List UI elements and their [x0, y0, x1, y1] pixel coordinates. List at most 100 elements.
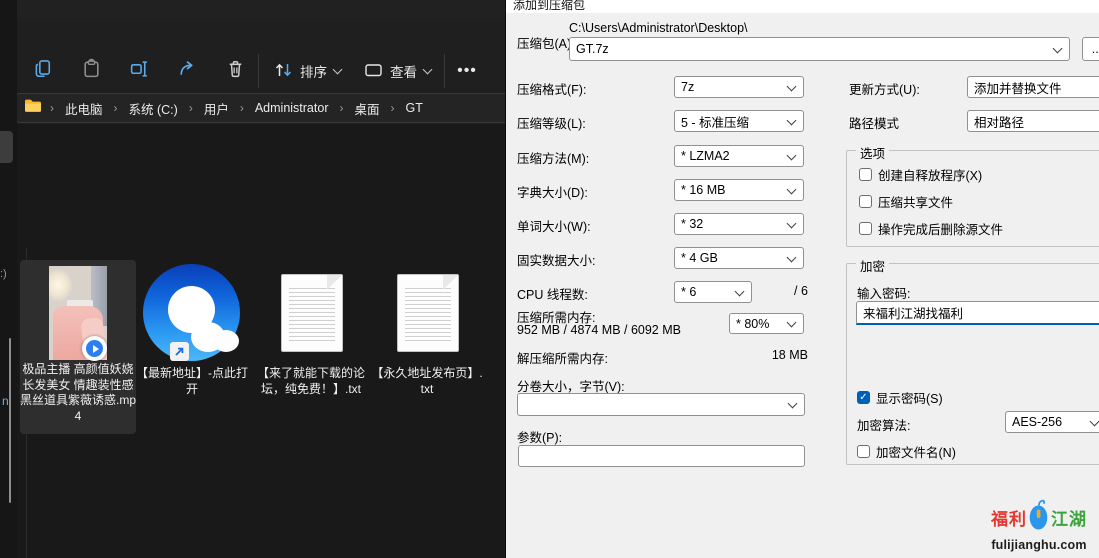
- folder-icon: [24, 98, 42, 118]
- toolbar-divider: [444, 54, 445, 88]
- file-item-video[interactable]: 极品主播 高颜值妖娆长发美女 情趣装性感黑丝道具紫薇诱惑.mp4: [20, 260, 136, 434]
- breadcrumb-separator: ›: [339, 101, 343, 115]
- memory-values: 952 MB / 4874 MB / 6092 MB: [517, 323, 681, 337]
- cpu-threads-select[interactable]: * 6: [674, 281, 752, 303]
- checkbox[interactable]: [857, 445, 870, 458]
- decompress-memory-value: 18 MB: [736, 348, 808, 362]
- delete-after-label: 操作完成后删除源文件: [878, 219, 1003, 238]
- view-icon: [364, 62, 383, 81]
- chevron-down-icon: [787, 81, 797, 91]
- background-selected-item: [0, 131, 13, 163]
- delete-after-checkbox-row[interactable]: 操作完成后删除源文件: [859, 219, 1003, 238]
- level-label: 压缩等级(L):: [517, 113, 586, 132]
- encrypt-filenames-checkbox-row[interactable]: 加密文件名(N): [857, 442, 956, 461]
- more-button[interactable]: •••: [454, 58, 480, 84]
- paste-button[interactable]: [78, 58, 104, 84]
- create-sfx-checkbox-row[interactable]: 创建自释放程序(X): [859, 165, 982, 184]
- shortcut-arrow-icon: [170, 342, 189, 361]
- chevron-down-icon: [787, 218, 797, 228]
- qq-browser-icon: [143, 264, 240, 361]
- word-size-label: 单词大小(W):: [517, 216, 591, 235]
- chevron-down-icon: [787, 150, 797, 160]
- chevron-down-icon: [333, 65, 343, 75]
- file-name: 【来了就能下载的论坛，纯免费！】.txt: [255, 366, 367, 397]
- explorer-titlebar: [0, 0, 505, 20]
- encryption-method-select[interactable]: AES-256: [1005, 411, 1099, 433]
- breadcrumb[interactable]: › 此电脑 › 系统 (C:) › 用户 › Administrator › 桌…: [15, 93, 521, 123]
- more-icon: •••: [457, 62, 477, 80]
- word-size-select[interactable]: * 32: [674, 213, 804, 235]
- password-input[interactable]: [856, 301, 1099, 325]
- scrollbar[interactable]: [9, 338, 11, 503]
- chevron-down-icon: [787, 318, 797, 328]
- address-bar: › 此电脑 › 系统 (C:) › 用户 › Administrator › 桌…: [0, 90, 505, 124]
- checkbox[interactable]: [857, 391, 870, 404]
- checkbox[interactable]: [859, 168, 872, 181]
- file-list: 极品主播 高颜值妖娆长发美女 情趣装性感黑丝道具紫薇诱惑.mp4 【最新地址】-…: [0, 124, 505, 558]
- archive-name-combo[interactable]: GT.7z: [569, 37, 1070, 61]
- checkbox[interactable]: [859, 222, 872, 235]
- breadcrumb-item-administrator[interactable]: Administrator: [252, 99, 332, 117]
- solid-size-select[interactable]: * 4 GB: [674, 247, 804, 269]
- dialog-titlebar[interactable]: 添加到压缩包: [506, 0, 1099, 13]
- encrypt-filenames-label: 加密文件名(N): [876, 442, 956, 461]
- breadcrumb-item-desktop[interactable]: 桌面: [351, 97, 382, 120]
- copy-button[interactable]: [30, 58, 56, 84]
- method-select[interactable]: * LZMA2: [674, 145, 804, 167]
- breadcrumb-item-gt[interactable]: GT: [403, 99, 426, 117]
- breadcrumb-item-users[interactable]: 用户: [201, 97, 232, 120]
- file-name: 【最新地址】-点此打开: [135, 366, 249, 397]
- watermark-logo: 福利 江湖 fulijianghu.com: [983, 498, 1095, 552]
- compress-shared-checkbox-row[interactable]: 压缩共享文件: [859, 192, 953, 211]
- background-window-sliver: :) n: [0, 0, 17, 558]
- watermark-text-red: 福利: [991, 505, 1027, 530]
- memory-percent-select[interactable]: * 80%: [729, 313, 804, 334]
- share-button[interactable]: [174, 58, 200, 84]
- chevron-down-icon: [423, 65, 433, 75]
- view-button[interactable]: 查看: [360, 56, 435, 86]
- solid-size-label: 固实数据大小:: [517, 250, 595, 269]
- path-mode-select[interactable]: 相对路径: [967, 110, 1099, 132]
- breadcrumb-separator: ›: [240, 101, 244, 115]
- rename-button[interactable]: [126, 58, 152, 84]
- cpu-threads-max: / 6: [794, 284, 808, 298]
- volume-size-combo[interactable]: [517, 393, 805, 416]
- add-to-archive-dialog: 添加到压缩包 压缩包(A) C:\Users\Administrator\Des…: [505, 0, 1099, 558]
- background-text-fragment: n: [2, 394, 9, 408]
- text-file-icon: [397, 274, 459, 352]
- chevron-down-icon: [735, 286, 745, 296]
- path-mode-label: 路径模式: [849, 113, 899, 132]
- show-password-checkbox-row[interactable]: 显示密码(S): [857, 388, 943, 407]
- options-group: 选项 创建自释放程序(X) 压缩共享文件 操作完成后删除源文件: [846, 150, 1099, 247]
- sort-icon: [274, 61, 293, 82]
- dict-size-select[interactable]: * 16 MB: [674, 179, 804, 201]
- breadcrumb-separator: ›: [391, 101, 395, 115]
- watermark-text-green: 江湖: [1051, 505, 1087, 530]
- file-item-shortcut[interactable]: 【最新地址】-点此打开: [135, 260, 249, 430]
- file-explorer-window: 排序 查看 ••• › 此电脑 ›: [0, 0, 505, 558]
- watermark-domain: fulijianghu.com: [983, 538, 1095, 552]
- checkbox[interactable]: [859, 195, 872, 208]
- trash-icon: [225, 58, 246, 84]
- screen: 排序 查看 ••• › 此电脑 ›: [0, 0, 1099, 558]
- password-label: 输入密码:: [857, 283, 910, 302]
- file-item-text[interactable]: 【来了就能下载的论坛，纯免费！】.txt: [255, 260, 367, 430]
- cpu-threads-label: CPU 线程数:: [517, 284, 588, 303]
- encryption-group-title: 加密: [856, 256, 889, 275]
- browse-button[interactable]: ...: [1082, 37, 1099, 61]
- file-item-text[interactable]: 【永久地址发布页】.txt: [371, 260, 483, 430]
- mouse-icon: [1027, 498, 1051, 537]
- parameters-input[interactable]: [518, 445, 805, 467]
- view-label: 查看: [390, 61, 417, 81]
- breadcrumb-item-drive-c[interactable]: 系统 (C:): [126, 97, 181, 120]
- delete-button[interactable]: [222, 58, 248, 84]
- breadcrumb-item-this-pc[interactable]: 此电脑: [62, 97, 106, 120]
- sort-button[interactable]: 排序: [270, 56, 345, 86]
- level-select[interactable]: 5 - 标准压缩: [674, 110, 804, 132]
- chevron-down-icon: [787, 252, 797, 262]
- chevron-down-icon: [1053, 43, 1063, 53]
- chevron-down-icon: [1090, 416, 1099, 426]
- update-mode-select[interactable]: 添加并替换文件: [967, 76, 1099, 98]
- format-select[interactable]: 7z: [674, 76, 804, 98]
- compress-shared-label: 压缩共享文件: [878, 192, 953, 211]
